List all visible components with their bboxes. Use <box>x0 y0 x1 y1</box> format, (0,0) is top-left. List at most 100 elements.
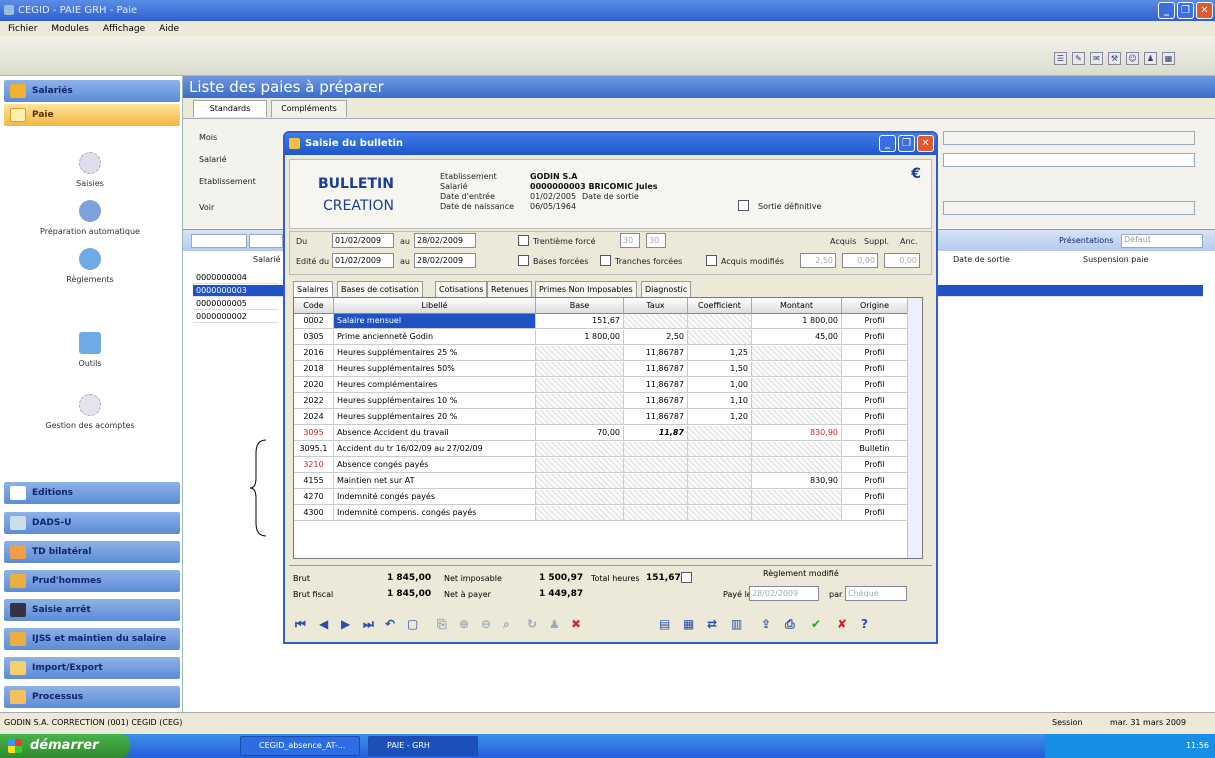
dialog-close-button[interactable]: ✕ <box>917 135 934 152</box>
mail-icon[interactable]: ✉ <box>1090 52 1103 65</box>
cell-orig[interactable]: Profil <box>842 474 908 488</box>
cell-montant[interactable] <box>752 490 842 504</box>
validate-icon[interactable]: ✔ <box>811 617 821 631</box>
tab-complements[interactable]: Compléments <box>271 100 347 117</box>
list-item[interactable]: 0000000002 <box>193 311 278 323</box>
trentieme-den-field[interactable]: 30 <box>646 233 666 248</box>
filter-select[interactable] <box>191 234 247 248</box>
tab-cotisations[interactable]: Cotisations <box>435 281 488 297</box>
table-row[interactable]: 0305 Prime ancienneté Godin 1 800,00 2,50 45… <box>294 330 908 345</box>
dialog-minimize-button[interactable]: _ <box>879 135 896 152</box>
presentations-select[interactable]: Défaut <box>1121 234 1203 248</box>
tab-primes[interactable]: Primes Non Imposables <box>535 281 637 297</box>
refresh-icon[interactable]: ↻ <box>527 617 537 631</box>
cell-base[interactable] <box>536 378 624 392</box>
trentieme-checkbox[interactable] <box>518 235 529 246</box>
cell-code[interactable]: 3210 <box>294 458 334 472</box>
cell-orig[interactable]: Profil <box>842 394 908 408</box>
grid-icon[interactable]: ▦ <box>683 617 694 631</box>
cell-coef[interactable]: 1,50 <box>688 362 752 376</box>
cell-base[interactable] <box>536 474 624 488</box>
cell-code[interactable]: 4300 <box>294 506 334 520</box>
cell-base[interactable] <box>536 346 624 360</box>
cell-coef[interactable] <box>688 506 752 520</box>
acquis-modifies-checkbox[interactable] <box>706 255 717 266</box>
cell-lib[interactable]: Heures supplémentaires 25 % <box>334 346 536 360</box>
cell-orig[interactable]: Profil <box>842 314 908 328</box>
edite-au-field[interactable]: 28/02/2009 <box>414 253 476 268</box>
copy-icon[interactable]: ⎘ <box>437 617 447 632</box>
mois-select[interactable] <box>943 131 1195 145</box>
cell-orig[interactable]: Bulletin <box>842 442 908 456</box>
cell-coef[interactable] <box>688 314 752 328</box>
cell-lib[interactable]: Indemnité congés payés <box>334 490 536 504</box>
column-header-base[interactable]: Base <box>536 298 624 314</box>
column-header-montant[interactable]: Montant <box>752 298 842 314</box>
menu-aide[interactable]: Aide <box>159 24 179 34</box>
mode-reglement-select[interactable]: Chèque <box>845 586 907 601</box>
cell-orig[interactable]: Profil <box>842 506 908 520</box>
delete-icon[interactable]: ✖ <box>571 617 581 631</box>
cell-base[interactable] <box>536 458 624 472</box>
list-item[interactable]: 0000000004 <box>193 272 278 284</box>
minimize-button[interactable]: _ <box>1158 2 1175 19</box>
suppl-field[interactable]: 0,00 <box>842 253 878 268</box>
tab-standards[interactable]: Standards <box>193 100 267 117</box>
list-item[interactable]: 0000000005 <box>193 298 278 310</box>
transfer-icon[interactable]: ⇄ <box>707 617 717 631</box>
people-icon[interactable]: ♟ <box>549 617 560 631</box>
column-header-origine[interactable]: Origine <box>842 298 908 314</box>
cell-lib[interactable]: Absence congés payés <box>334 458 536 472</box>
table-row[interactable]: 0002 Salaire mensuel 151,67 1 800,00 Profil <box>294 314 908 329</box>
cell-base[interactable] <box>536 490 624 504</box>
cell-code[interactable]: 0002 <box>294 314 334 328</box>
salarie-field[interactable] <box>943 153 1195 167</box>
cell-montant[interactable] <box>752 506 842 520</box>
cell-coef[interactable] <box>688 426 752 440</box>
tab-diagnostic[interactable]: Diagnostic <box>641 281 692 297</box>
reglement-modifie-checkbox[interactable] <box>681 572 692 583</box>
dialog-maximize-button[interactable]: ❐ <box>898 135 915 152</box>
cell-taux[interactable]: 11,87 <box>624 426 688 440</box>
sidebar-header-prudhommes[interactable]: Prud'hommes <box>4 570 180 592</box>
menu-affichage[interactable]: Affichage <box>103 24 145 34</box>
table-row[interactable]: 2016 Heures supplémentaires 25 % 11,86787 1… <box>294 346 908 361</box>
cell-lib[interactable]: Indemnité compens. congés payés <box>334 506 536 520</box>
cell-taux[interactable] <box>624 314 688 328</box>
sidebar-item-reglements[interactable]: Règlements <box>0 248 180 284</box>
cell-orig[interactable]: Profil <box>842 362 908 376</box>
cell-coef[interactable] <box>688 442 752 456</box>
delete-row-icon[interactable]: ⊖ <box>481 617 491 631</box>
anc-field[interactable]: 0,00 <box>884 253 920 268</box>
sidebar-header-td[interactable]: TD bilatéral <box>4 541 180 563</box>
cell-taux[interactable] <box>624 458 688 472</box>
table-row[interactable]: 2022 Heures supplémentaires 10 % 11,86787 1… <box>294 394 908 409</box>
cell-orig[interactable]: Profil <box>842 410 908 424</box>
cell-base[interactable] <box>536 410 624 424</box>
table-row[interactable]: 2020 Heures complémentaires 11,86787 1,00 Pr… <box>294 378 908 393</box>
acquis-field[interactable]: 2,50 <box>800 253 836 268</box>
cell-lib[interactable]: Absence Accident du travail <box>334 426 536 440</box>
cell-orig[interactable]: Profil <box>842 458 908 472</box>
sidebar-header-dads[interactable]: DADS-U <box>4 512 180 534</box>
cell-taux[interactable]: 11,86787 <box>624 410 688 424</box>
table-row[interactable]: 4270 Indemnité congés payés Profil <box>294 490 908 505</box>
taskbar-item-paie[interactable]: PAIE - GRH <box>368 736 478 756</box>
cell-montant[interactable]: 1 800,00 <box>752 314 842 328</box>
date-du-field[interactable]: 01/02/2009 <box>332 233 394 248</box>
cell-coef[interactable] <box>688 330 752 344</box>
cancel-icon[interactable]: ✘ <box>837 617 847 631</box>
help-icon[interactable]: ? <box>861 617 868 631</box>
start-button[interactable]: démarrer <box>0 734 130 758</box>
cell-base[interactable] <box>536 394 624 408</box>
undo-icon[interactable]: ↶ <box>385 617 395 631</box>
table-row[interactable]: 4300 Indemnité compens. congés payés Profi… <box>294 506 908 521</box>
cell-taux[interactable]: 11,86787 <box>624 378 688 392</box>
cell-montant[interactable] <box>752 346 842 360</box>
list-icon[interactable]: ☰ <box>1054 52 1067 65</box>
cell-code[interactable]: 3095 <box>294 426 334 440</box>
trentieme-num-field[interactable]: 30 <box>620 233 640 248</box>
new-document-icon[interactable]: ▢ <box>407 617 418 631</box>
sidebar-header-salaries[interactable]: Salariés <box>4 80 180 102</box>
cell-taux[interactable]: 2,50 <box>624 330 688 344</box>
